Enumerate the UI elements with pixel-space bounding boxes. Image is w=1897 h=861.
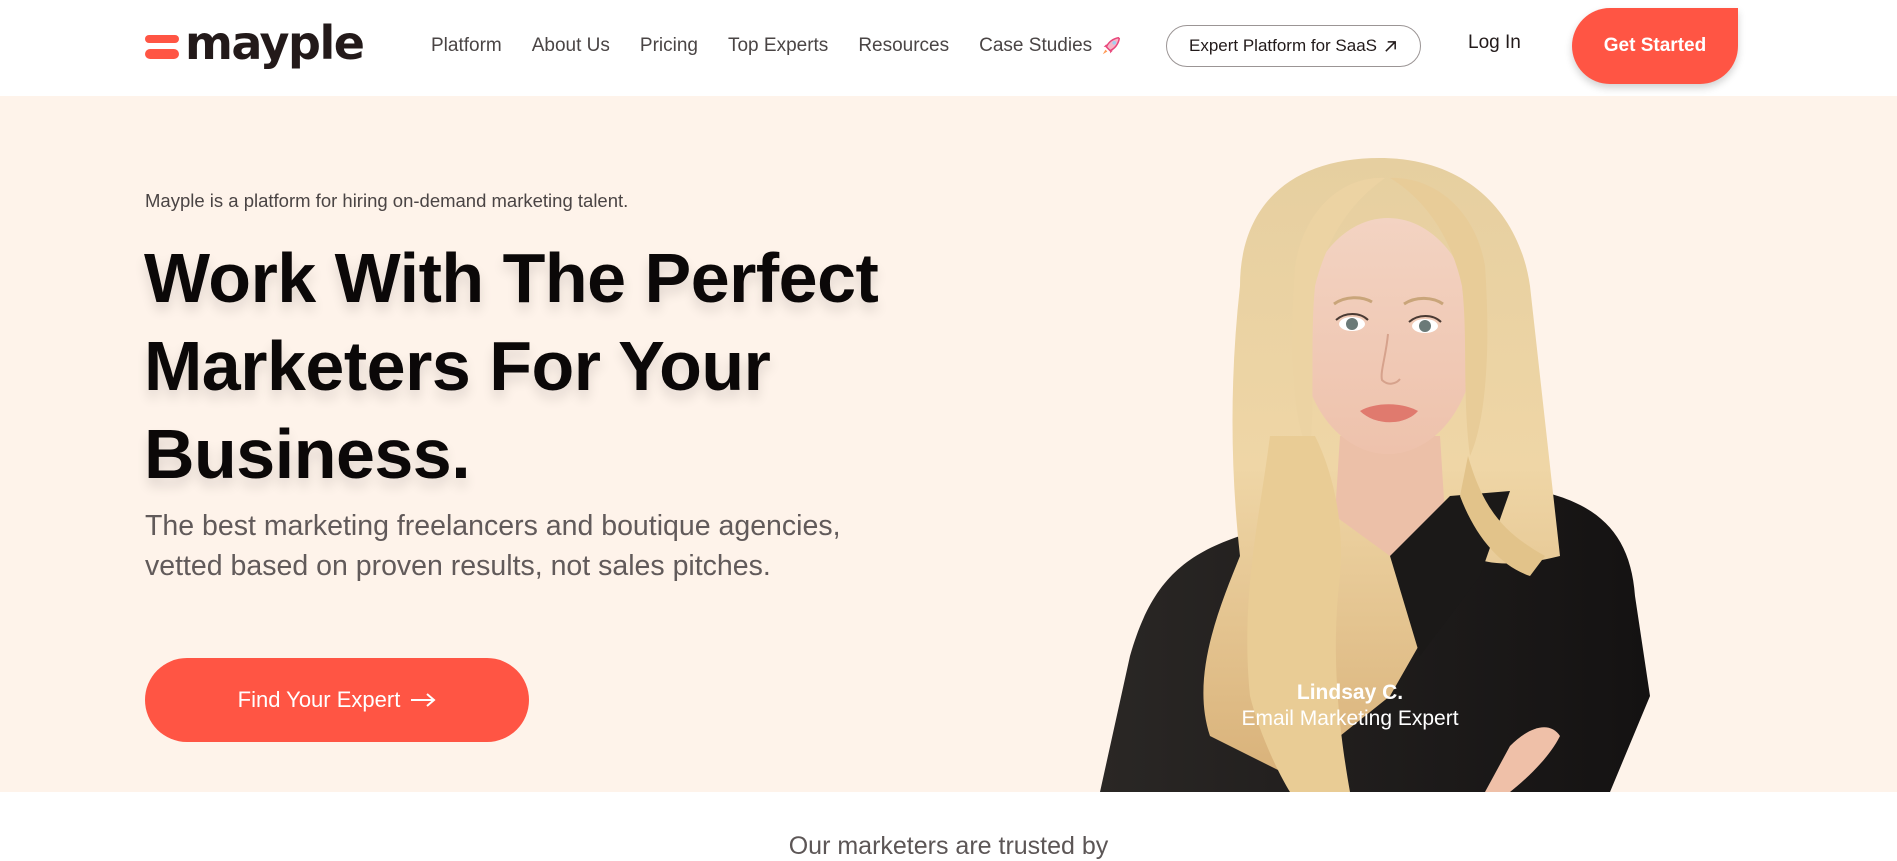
- arrow-up-right-icon: [1385, 40, 1396, 52]
- headline-line: Business.: [144, 415, 471, 493]
- expert-caption: Lindsay C. Email Marketing Expert: [1210, 680, 1490, 732]
- get-started-button[interactable]: Get Started: [1572, 8, 1738, 84]
- nav-item-label: Case Studies: [979, 35, 1093, 56]
- headline-line: Work With The Perfect: [144, 239, 879, 317]
- hero-headline: Work With The Perfect Marketers For Your…: [144, 234, 964, 498]
- logo-mark-icon: [145, 32, 179, 60]
- hero-eyebrow: Mayple is a platform for hiring on-deman…: [145, 190, 629, 211]
- nav-item-resources[interactable]: Resources: [858, 35, 949, 57]
- nav-item-top-experts[interactable]: Top Experts: [728, 35, 828, 57]
- hero-subhead: The best marketing freelancers and bouti…: [145, 506, 945, 586]
- headline-line: Marketers For Your: [144, 327, 771, 405]
- nav-item-pricing[interactable]: Pricing: [640, 35, 698, 57]
- nav-item-about-us[interactable]: About Us: [532, 35, 610, 57]
- saas-button-label: Expert Platform for SaaS: [1188, 36, 1378, 55]
- nav-item-label: Top Experts: [727, 35, 829, 56]
- subhead-line: vetted based on proven results, not sale…: [145, 550, 771, 582]
- logo-wordmark: mayple: [185, 16, 365, 70]
- nav-item-label: Pricing: [639, 35, 698, 56]
- hero-section: Mayple is a platform for hiring on-deman…: [0, 96, 1897, 792]
- subhead-line: The best marketing freelancers and bouti…: [145, 510, 841, 542]
- site-header: mayple Platform About Us Pricing Top Exp…: [0, 0, 1897, 96]
- find-your-expert-button[interactable]: Find Your Expert: [145, 658, 529, 742]
- nav-item-case-studies[interactable]: Case Studies: [979, 35, 1122, 57]
- expert-name: Lindsay C.: [1296, 681, 1404, 704]
- arrow-right-icon: [411, 693, 436, 707]
- expert-platform-saas-button[interactable]: Expert Platform for SaaS: [1166, 25, 1421, 67]
- login-link[interactable]: Log In: [1468, 32, 1521, 54]
- logo[interactable]: mayple: [145, 16, 365, 72]
- main-nav: Platform About Us Pricing Top Experts Re…: [431, 30, 1152, 62]
- nav-item-label: About Us: [531, 35, 610, 56]
- expert-role: Email Marketing Expert: [1241, 707, 1459, 730]
- rocket-icon: [1102, 36, 1121, 55]
- nav-item-label: Resources: [858, 35, 950, 56]
- nav-item-label: Platform: [431, 35, 502, 56]
- nav-item-platform[interactable]: Platform: [431, 35, 502, 57]
- find-expert-label: Find Your Expert: [237, 687, 401, 712]
